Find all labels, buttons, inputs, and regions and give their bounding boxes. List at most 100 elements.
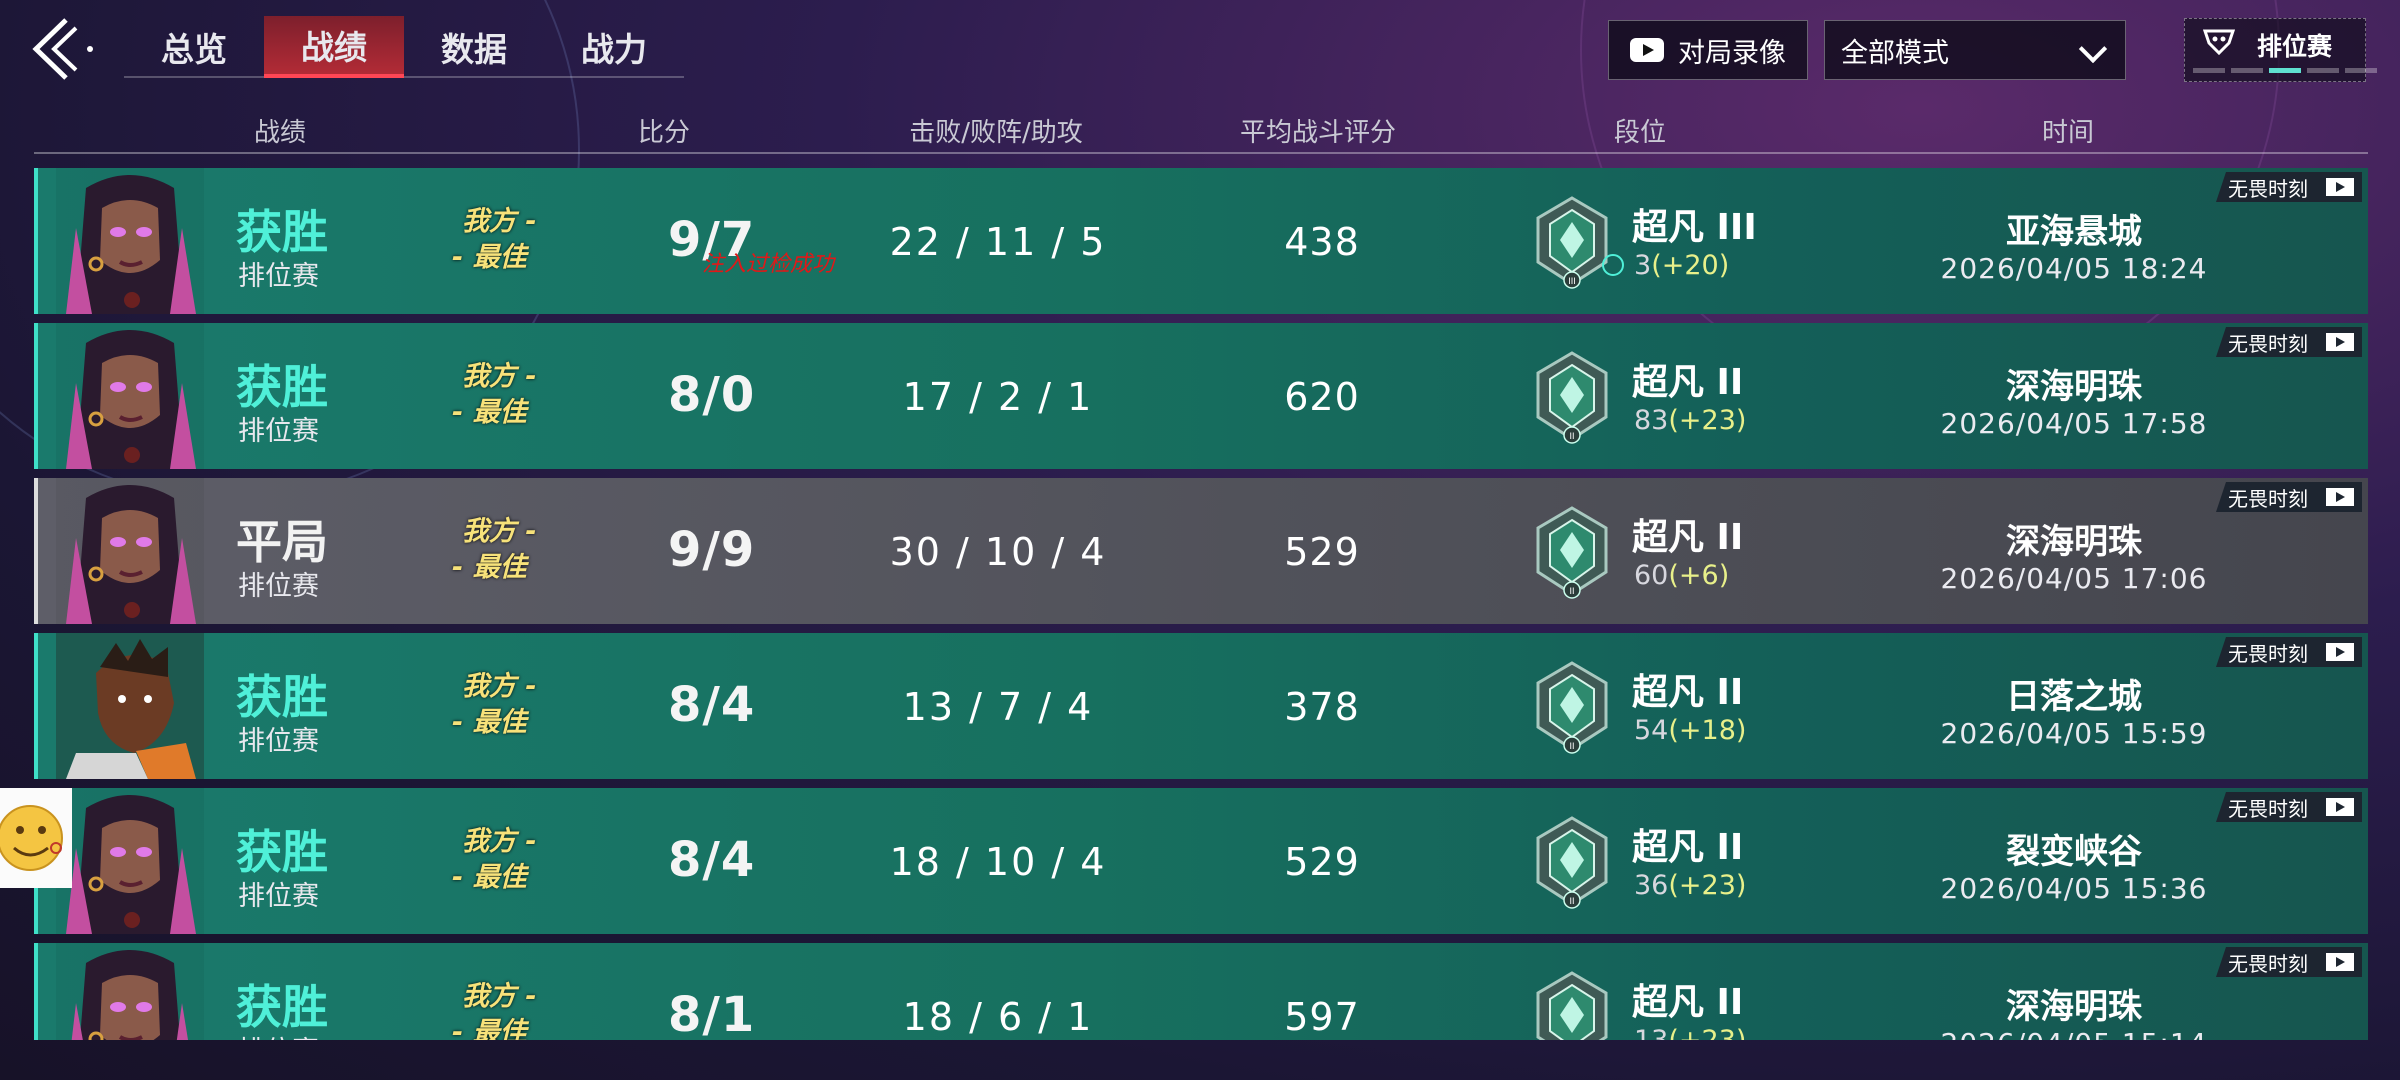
match-row[interactable]: 平局 排位赛 我方 - - 最佳 9/9 30 / 10 / 4 529 II …: [34, 478, 2368, 624]
acs-value: 378: [1284, 685, 1360, 729]
moment-replay-tag[interactable]: 无畏时刻: [2216, 327, 2362, 357]
rank-shield-icon: [2203, 29, 2235, 55]
film-play-icon: [2326, 333, 2354, 351]
moment-replay-tag[interactable]: 无畏时刻: [2216, 792, 2362, 822]
rr-gain: (+6): [1668, 560, 1730, 591]
video-play-icon: [1630, 38, 1664, 62]
team-mvp-badge: 我方 - - 最佳: [452, 671, 537, 738]
rr-gain: (+18): [1668, 715, 1747, 746]
match-time: 2026/04/05 18:24: [1940, 252, 2208, 285]
rank-emblem-icon: III: [1536, 196, 1608, 289]
agent-avatar: [56, 788, 204, 934]
match-time: 2026/04/05 17:06: [1940, 562, 2208, 595]
film-play-icon: [2326, 643, 2354, 661]
back-button[interactable]: [28, 14, 98, 84]
rank-emblem-icon: II: [1536, 661, 1608, 754]
film-play-icon: [2326, 798, 2354, 816]
replay-label: 对局录像: [1678, 37, 1786, 69]
map-name: 深海明珠: [2006, 987, 2142, 1027]
svg-text:III: III: [1568, 276, 1576, 286]
agent-avatar: [56, 168, 204, 314]
map-name: 日落之城: [2006, 677, 2142, 717]
moment-replay-tag[interactable]: 无畏时刻: [2216, 482, 2362, 512]
moment-replay-tag[interactable]: 无畏时刻: [2216, 637, 2362, 667]
rank-progress-bars: [2193, 68, 2377, 73]
rank-emblem-icon: II: [1536, 506, 1608, 599]
match-result: 平局: [236, 515, 328, 569]
queue-type: 排位赛: [238, 726, 319, 757]
svg-text:II: II: [1569, 586, 1574, 596]
agent-avatar: [56, 943, 204, 1040]
match-result: 获胜: [236, 205, 328, 259]
acs-value: 597: [1284, 995, 1360, 1039]
rank-rating: 3(+20): [1634, 250, 1730, 281]
rank-emblem-icon: II: [1536, 971, 1608, 1040]
floating-emoji-icon[interactable]: [0, 788, 72, 888]
acs-value: 529: [1284, 840, 1360, 884]
rr-gain: (+23): [1668, 870, 1747, 901]
match-row[interactable]: 获胜 排位赛 我方 - - 最佳 8/1 18 / 6 / 1 597 II 超…: [34, 943, 2368, 1040]
team-mvp-badge: 我方 - - 最佳: [452, 361, 537, 428]
moment-replay-tag[interactable]: 无畏时刻: [2216, 172, 2362, 202]
match-time: 2026/04/05 15:59: [1940, 717, 2208, 750]
agent-avatar: [56, 478, 204, 624]
match-row[interactable]: 获胜 排位赛 我方 - - 最佳 8/4 13 / 7 / 4 378 II 超…: [34, 633, 2368, 779]
rank-name: 超凡 II: [1632, 827, 1744, 868]
match-result: 获胜: [236, 980, 328, 1034]
rank-rating: 13(+23): [1634, 1025, 1746, 1040]
header-score: 比分: [637, 118, 691, 148]
replay-button[interactable]: 对局录像: [1608, 20, 1808, 80]
match-score: 8/1: [668, 987, 756, 1040]
match-score: 8/4: [668, 832, 756, 888]
match-result: 获胜: [236, 825, 328, 879]
acs-value: 438: [1284, 220, 1360, 264]
mode-dropdown[interactable]: 全部模式: [1824, 20, 2126, 80]
tab-data[interactable]: 数据: [404, 16, 544, 78]
queue-type: 排位赛: [238, 571, 319, 602]
film-play-icon: [2326, 178, 2354, 196]
match-row[interactable]: 获胜 排位赛 我方 - - 最佳 8/0 17 / 2 / 1 620 II 超…: [34, 323, 2368, 469]
kda-value: 17 / 2 / 1: [902, 375, 1094, 419]
match-row[interactable]: 获胜 排位赛 我方 - - 最佳 8/4 18 / 10 / 4 529 II …: [34, 788, 2368, 934]
rank-rating: 54(+18): [1634, 715, 1747, 746]
match-time: 2026/04/05 17:58: [1940, 407, 2208, 440]
map-name: 裂变峡谷: [2006, 832, 2142, 872]
queue-type: 排位赛: [238, 416, 319, 447]
kda-value: 18 / 10 / 4: [889, 840, 1107, 884]
team-mvp-badge: 我方 - - 最佳: [452, 206, 537, 273]
tab-power[interactable]: 战力: [544, 16, 684, 78]
tab-overview[interactable]: 总览: [124, 16, 264, 78]
rr-gain: (+23): [1668, 1025, 1746, 1040]
rr-gain: (+23): [1668, 405, 1747, 436]
rank-rating: 60(+6): [1634, 560, 1730, 591]
svg-text:II: II: [1569, 896, 1574, 906]
rr-gain: (+20): [1651, 250, 1730, 281]
header-time: 时间: [2041, 118, 2095, 148]
moment-replay-tag[interactable]: 无畏时刻: [2216, 947, 2362, 977]
match-result: 获胜: [236, 360, 328, 414]
match-score: 8/0: [668, 367, 756, 423]
team-mvp-badge: 我方 - - 最佳: [452, 516, 537, 583]
svg-text:II: II: [1569, 431, 1574, 441]
rank-mode-button[interactable]: 排位赛: [2184, 18, 2377, 82]
kda-value: 22 / 11 / 5: [889, 220, 1107, 264]
rank-rating: 83(+23): [1634, 405, 1747, 436]
svg-text:II: II: [1569, 741, 1574, 751]
acs-value: 620: [1284, 375, 1360, 419]
rank-rating: 36(+23): [1634, 870, 1747, 901]
match-time: 2026/04/05 15:14: [1914, 1027, 2234, 1040]
rank-up-icon: [1602, 254, 1624, 276]
map-name: 亚海悬城: [2006, 212, 2142, 252]
agent-avatar: [56, 633, 204, 779]
film-play-icon: [2326, 953, 2354, 971]
match-result: 获胜: [236, 670, 328, 724]
film-play-icon: [2326, 488, 2354, 506]
kda-value: 30 / 10 / 4: [889, 530, 1107, 574]
map-name: 深海明珠: [2006, 367, 2142, 407]
map-name: 深海明珠: [2006, 522, 2142, 562]
match-row[interactable]: 获胜 排位赛 我方 - - 最佳 9/7 注入过检成功 22 / 11 / 5 …: [34, 168, 2368, 314]
kda-value: 13 / 7 / 4: [902, 685, 1094, 729]
header-acs: 平均战斗评分: [1239, 118, 1397, 148]
tab-records[interactable]: 战绩: [264, 16, 404, 78]
rank-name: 超凡 II: [1632, 517, 1744, 558]
